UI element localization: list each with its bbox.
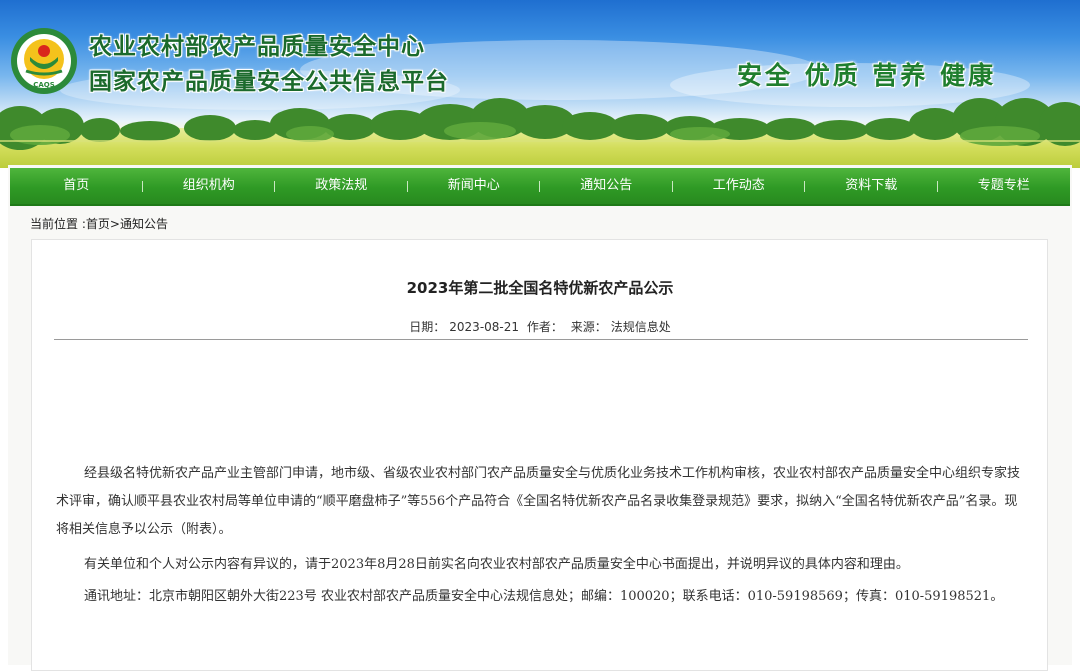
main-nav: 首页 组织机构 政策法规 新闻中心 通知公告 工作动态 资料下载 专题专栏 [10, 168, 1070, 206]
nav-item-special-topics[interactable]: 专题专栏 [938, 168, 1071, 204]
author-label: 作者： [526, 320, 563, 334]
nav-item-downloads[interactable]: 资料下载 [805, 168, 938, 204]
breadcrumb-home-link[interactable]: 首页 [86, 217, 110, 231]
date-label: 日期： [409, 320, 446, 334]
article-date: 2023-08-21 [449, 320, 520, 334]
header-banner: CAQS 农业农村部农产品质量安全中心 国家农产品质量安全公共信息平台 安全 优… [0, 0, 1080, 168]
breadcrumb-separator: > [109, 217, 120, 231]
slogan: 安全 优质 营养 健康 [737, 61, 997, 90]
article-paragraph-3: 通讯地址：北京市朝阳区朝外大街223号 农业农村部农产品质量安全中心法规信息处；… [84, 589, 1004, 604]
caqs-logo: CAQS [11, 28, 77, 94]
nav-item-home[interactable]: 首页 [10, 168, 143, 204]
article-paragraph-1: 经县级名特优新农产品产业主管部门申请，地市级、省级农业农村部门农产品质量安全与优… [56, 466, 1021, 537]
nav-item-notices[interactable]: 通知公告 [540, 168, 673, 204]
nav-item-news[interactable]: 新闻中心 [408, 168, 541, 204]
source-label: 来源： [570, 320, 607, 334]
logo-text: CAQS [33, 81, 55, 89]
article-title: 2023年第二批全国名特优新农产品公示 [406, 279, 674, 297]
nav-item-work-updates[interactable]: 工作动态 [673, 168, 806, 204]
article-source: 法规信息处 [610, 320, 671, 334]
breadcrumb-prefix: 当前位置 : [30, 217, 86, 231]
breadcrumb-current-link[interactable]: 通知公告 [120, 217, 168, 231]
site-title: 农业农村部农产品质量安全中心 [89, 33, 425, 60]
article-meta: 日期： 2023-08-21 作者： 来源： 法规信息处 [0, 318, 1080, 335]
title-divider [54, 339, 1028, 340]
article-paragraph-2: 有关单位和个人对公示内容有异议的，请于2023年8月28日前实名向农业农村部农产… [84, 557, 909, 572]
nav-item-organization[interactable]: 组织机构 [143, 168, 276, 204]
breadcrumb: 当前位置 :首页>通知公告 [30, 215, 168, 232]
nav-item-policy[interactable]: 政策法规 [275, 168, 408, 204]
site-subtitle: 国家农产品质量安全公共信息平台 [89, 68, 449, 95]
